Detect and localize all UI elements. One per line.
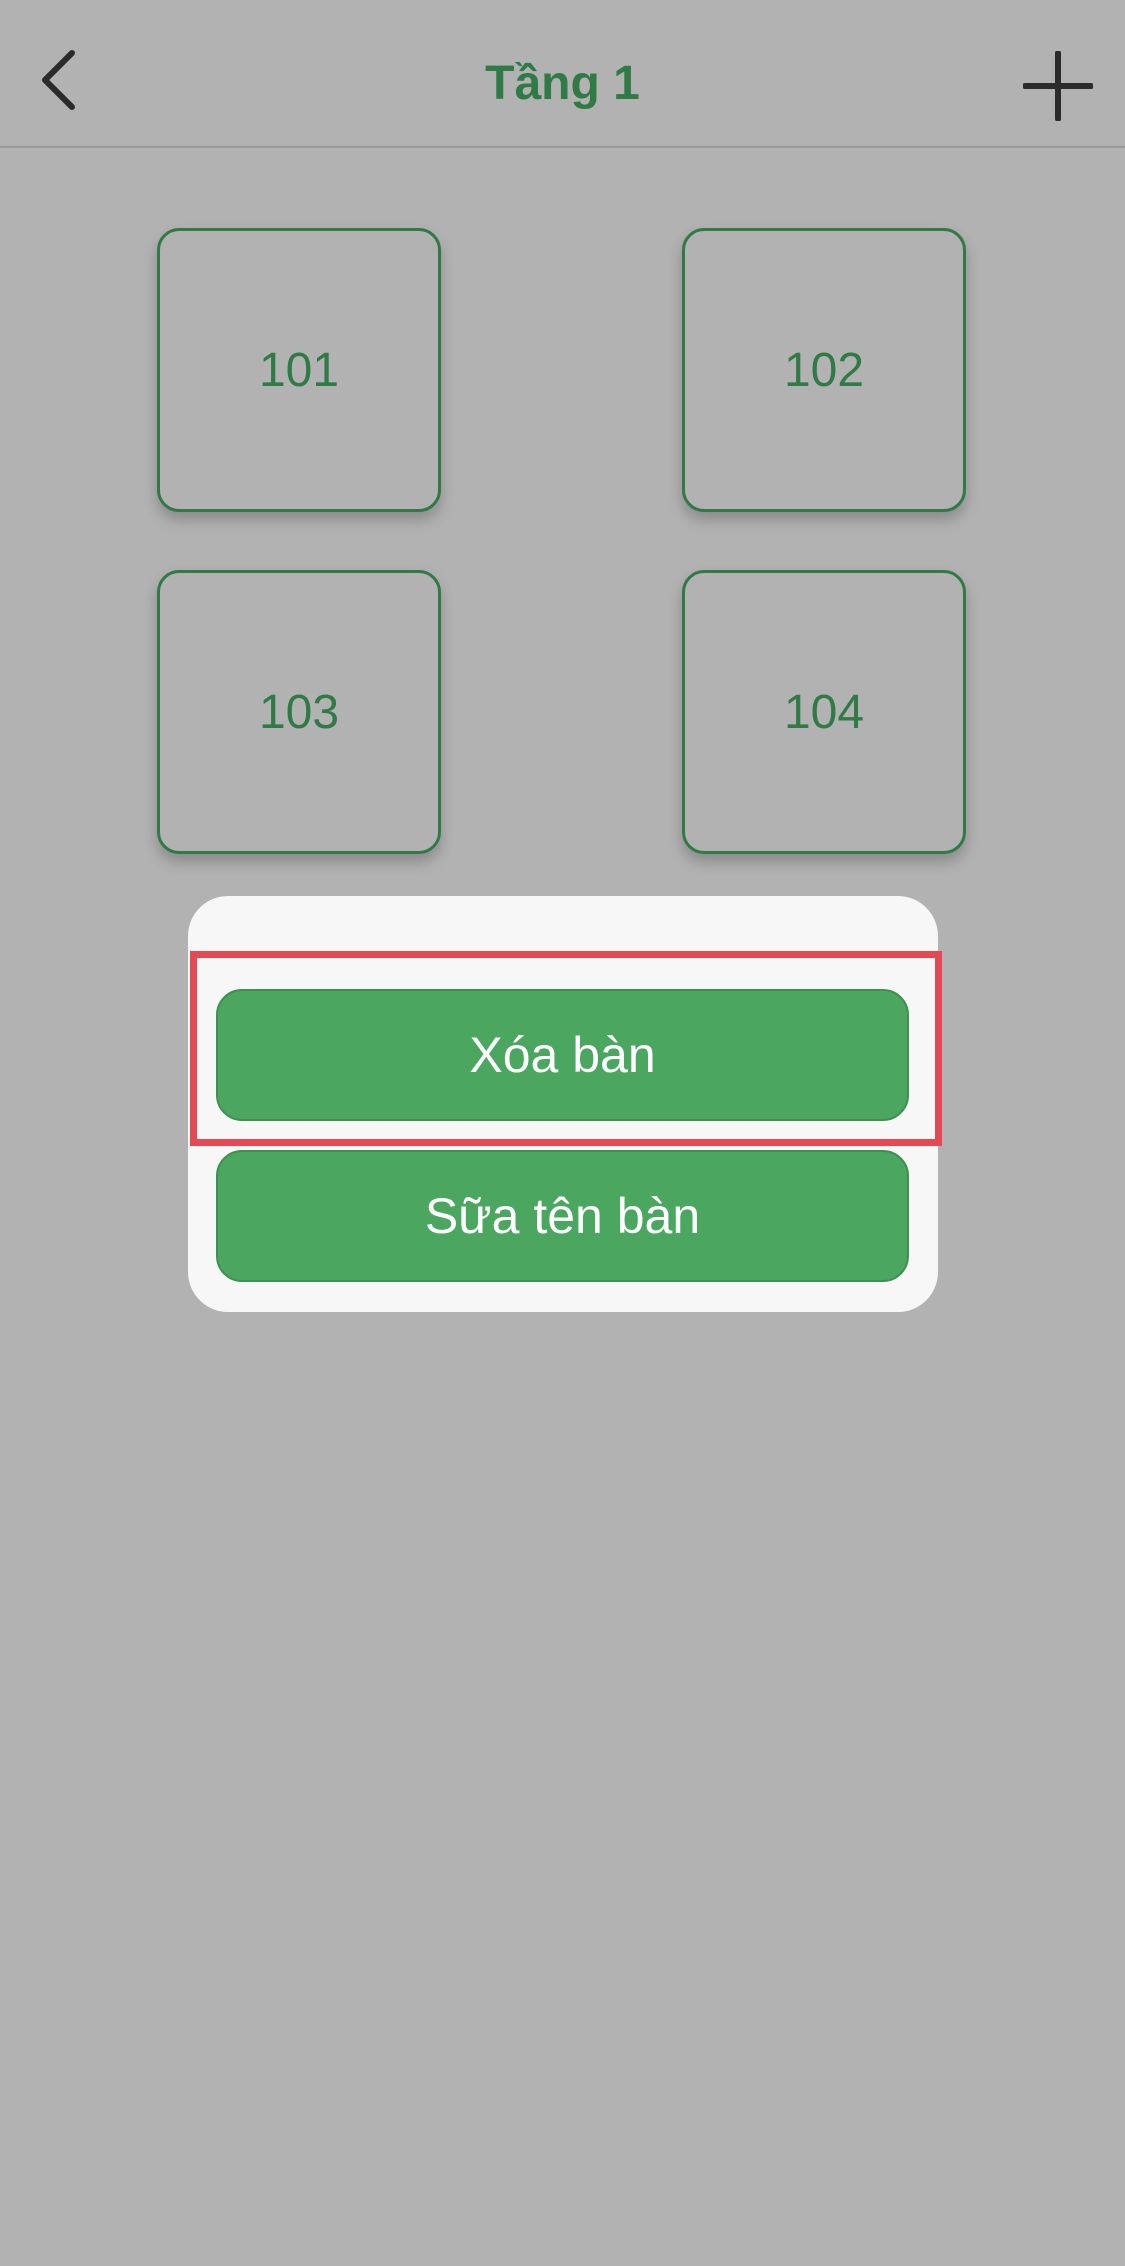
- header-bar: Tầng 1: [0, 0, 1125, 148]
- add-table-button[interactable]: [1020, 48, 1096, 124]
- table-card-102[interactable]: 102: [682, 228, 966, 512]
- table-card-101[interactable]: 101: [157, 228, 441, 512]
- table-label: 102: [783, 343, 865, 397]
- rename-table-button[interactable]: Sữa tên bàn: [216, 1150, 909, 1282]
- chevron-left-icon: [42, 50, 75, 110]
- page-title: Tầng 1: [485, 57, 640, 110]
- table-label: 104: [783, 685, 865, 739]
- plus-icon: [1023, 51, 1093, 121]
- table-label: 103: [258, 685, 340, 739]
- table-card-103[interactable]: 103: [157, 570, 441, 854]
- table-card-104[interactable]: 104: [682, 570, 966, 854]
- table-label: 101: [258, 343, 340, 397]
- back-button[interactable]: [30, 44, 86, 116]
- delete-table-button[interactable]: Xóa bàn: [216, 989, 909, 1121]
